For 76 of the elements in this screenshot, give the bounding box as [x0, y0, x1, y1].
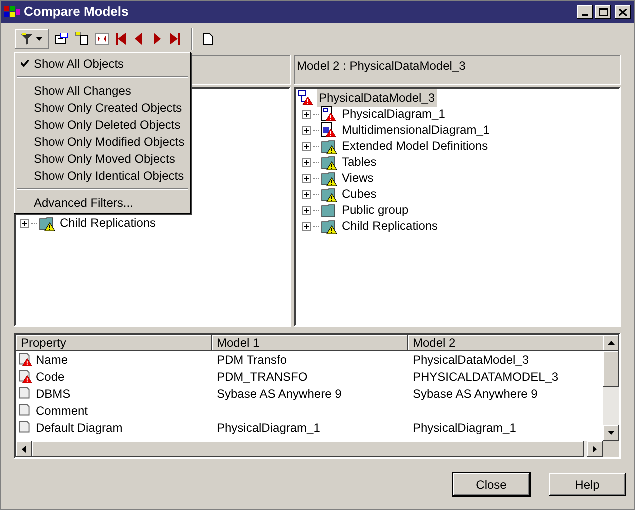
tree-item[interactable]: Child Replications	[340, 217, 440, 235]
expand-icon[interactable]	[302, 126, 311, 134]
column-header[interactable]: Model 2	[408, 335, 603, 351]
properties-icon[interactable]	[55, 33, 69, 45]
caret-icon	[36, 37, 43, 41]
table-cell-text: Sybase AS Anywhere 9	[217, 386, 342, 402]
app-icon	[4, 5, 20, 19]
tree-item[interactable]: Extended Model Definitions	[340, 137, 490, 155]
table-cell-text: Default Diagram	[36, 420, 123, 436]
menu-item[interactable]: Show Only Deleted Objects	[15, 116, 190, 133]
column-header[interactable]: Property	[16, 335, 212, 351]
scroll-down-button[interactable]	[603, 425, 619, 441]
expand-icon[interactable]	[302, 222, 311, 230]
close-icon	[619, 8, 627, 16]
page-icon[interactable]	[203, 33, 213, 45]
tree-item[interactable]: MultidimensionalDiagram_1	[340, 121, 492, 139]
scroll-thumb[interactable]	[603, 351, 619, 387]
scrollbar-corner	[603, 441, 619, 457]
tree-item[interactable]: Child Replications	[58, 214, 158, 232]
minimize-icon	[582, 14, 588, 16]
right-arrow-icon	[593, 446, 597, 452]
next-icon[interactable]	[151, 33, 163, 45]
expand-icon[interactable]	[302, 190, 311, 198]
close-button[interactable]	[615, 5, 631, 19]
compare-icon[interactable]	[95, 33, 109, 45]
table-cell-text: PhysicalDiagram_1	[413, 420, 516, 436]
left-arrow-icon	[22, 446, 26, 452]
menu-item[interactable]: Show Only Modified Objects	[15, 133, 190, 150]
expand-icon[interactable]	[302, 142, 311, 150]
tree-item[interactable]: Public group	[340, 201, 411, 219]
table-cell-text: Sybase AS Anywhere 9	[413, 386, 538, 402]
expand-icon[interactable]	[302, 206, 311, 214]
menu-item[interactable]: Show All Objects	[15, 55, 190, 72]
tree-item[interactable]: Tables	[340, 153, 379, 171]
menu-item[interactable]: Show Only Identical Objects	[15, 167, 190, 184]
pane-title: Model 2 : PhysicalDataModel_3	[297, 59, 466, 73]
previous-icon[interactable]	[133, 33, 145, 45]
menu-item[interactable]: Show Only Moved Objects	[15, 150, 190, 167]
tree-item[interactable]: PhysicalDiagram_1	[340, 105, 448, 123]
expand-icon[interactable]	[302, 158, 311, 166]
first-icon[interactable]	[115, 33, 127, 45]
column-header[interactable]: Model 1	[212, 335, 408, 351]
menu-item[interactable]: Show Only Created Objects	[15, 99, 190, 116]
document-icon[interactable]	[75, 32, 89, 46]
expand-icon[interactable]	[302, 174, 311, 182]
maximize-icon	[598, 8, 608, 16]
filter-dropdown-button[interactable]	[15, 29, 49, 49]
table-cell-text: Name	[36, 352, 68, 368]
tree-item[interactable]: Views	[340, 169, 376, 187]
close-dialog-button[interactable]: Close	[453, 473, 530, 496]
expand-icon[interactable]	[20, 218, 29, 228]
scroll-left-button[interactable]	[16, 441, 32, 457]
expand-icon[interactable]	[302, 110, 311, 118]
help-button[interactable]: Help	[549, 473, 626, 496]
table-cell-text: PhysicalDataModel_3	[413, 352, 530, 368]
tree-item[interactable]: PhysicalDataModel_3	[317, 89, 438, 107]
table-cell-text: DBMS	[36, 386, 71, 402]
tree-item[interactable]: Cubes	[340, 185, 379, 203]
table-cell-text: PDM_TRANSFO	[217, 368, 308, 386]
table-cell-text: Comment	[36, 402, 88, 420]
window-title: Compare Models	[24, 3, 129, 22]
filter-icon	[21, 33, 33, 45]
scroll-right-button[interactable]	[587, 441, 603, 457]
menu-item[interactable]: Advanced Filters...	[15, 194, 190, 211]
table-cell-text: PHYSICALDATAMODEL_3	[413, 368, 559, 386]
scroll-up-button[interactable]	[603, 335, 619, 351]
last-icon[interactable]	[169, 33, 181, 45]
maximize-button[interactable]	[595, 5, 611, 19]
up-arrow-icon	[608, 341, 614, 345]
table-cell-text: Code	[36, 368, 65, 386]
table-cell-text: PhysicalDiagram_1	[217, 420, 320, 436]
down-arrow-icon	[608, 431, 614, 435]
vertical-scrollbar[interactable]	[603, 335, 619, 441]
minimize-button[interactable]	[577, 5, 593, 19]
table-cell-text: PDM Transfo	[217, 352, 288, 368]
menu-item[interactable]: Show All Changes	[15, 82, 190, 99]
